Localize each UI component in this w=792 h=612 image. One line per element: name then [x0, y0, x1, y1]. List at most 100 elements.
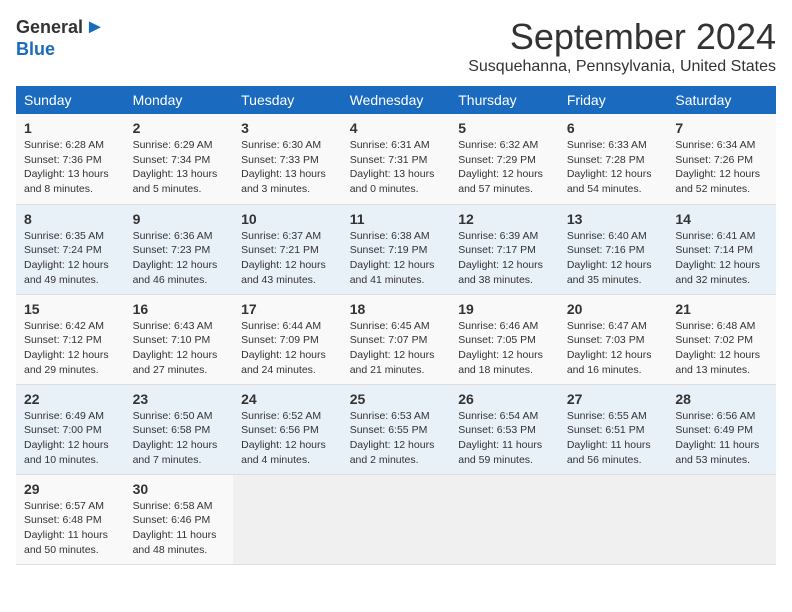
calendar-cell: 1 Sunrise: 6:28 AM Sunset: 7:36 PM Daylig… — [16, 114, 125, 204]
day-info: Sunrise: 6:50 AM Sunset: 6:58 PM Dayligh… — [133, 409, 226, 468]
day-info: Sunrise: 6:58 AM Sunset: 6:46 PM Dayligh… — [133, 499, 226, 558]
day-info: Sunrise: 6:52 AM Sunset: 6:56 PM Dayligh… — [241, 409, 334, 468]
day-info: Sunrise: 6:54 AM Sunset: 6:53 PM Dayligh… — [458, 409, 551, 468]
day-number: 8 — [24, 211, 117, 227]
calendar-cell: 26 Sunrise: 6:54 AM Sunset: 6:53 PM Dayli… — [450, 384, 559, 474]
logo: General ► Blue — [16, 16, 105, 60]
day-info: Sunrise: 6:45 AM Sunset: 7:07 PM Dayligh… — [350, 319, 443, 378]
calendar-header: SundayMondayTuesdayWednesdayThursdayFrid… — [16, 86, 776, 114]
calendar-cell: 13Sunrise: 6:40 AM Sunset: 7:16 PM Dayli… — [559, 204, 668, 294]
day-number: 15 — [24, 301, 117, 317]
day-info: Sunrise: 6:35 AM Sunset: 7:24 PM Dayligh… — [24, 229, 117, 288]
day-number: 26 — [458, 391, 551, 407]
calendar-cell: 4 Sunrise: 6:31 AM Sunset: 7:31 PM Daylig… — [342, 114, 451, 204]
calendar-cell: 24 Sunrise: 6:52 AM Sunset: 6:56 PM Dayli… — [233, 384, 342, 474]
day-number: 30 — [133, 481, 226, 497]
calendar-cell: 14 Sunrise: 6:41 AM Sunset: 7:14 PM Dayli… — [667, 204, 776, 294]
week-row-1: 8 Sunrise: 6:35 AM Sunset: 7:24 PM Daylig… — [16, 204, 776, 294]
day-number: 28 — [675, 391, 768, 407]
calendar-cell: 6 Sunrise: 6:33 AM Sunset: 7:28 PM Daylig… — [559, 114, 668, 204]
header-sunday: Sunday — [16, 86, 125, 114]
day-info: Sunrise: 6:40 AM Sunset: 7:16 PM Dayligh… — [567, 229, 660, 288]
day-info: Sunrise: 6:48 AM Sunset: 7:02 PM Dayligh… — [675, 319, 768, 378]
calendar-cell: 3Sunrise: 6:30 AM Sunset: 7:33 PM Daylig… — [233, 114, 342, 204]
calendar-cell: 2 Sunrise: 6:29 AM Sunset: 7:34 PM Daylig… — [125, 114, 234, 204]
day-info: Sunrise: 6:38 AM Sunset: 7:19 PM Dayligh… — [350, 229, 443, 288]
week-row-0: 1 Sunrise: 6:28 AM Sunset: 7:36 PM Daylig… — [16, 114, 776, 204]
calendar-cell: 20 Sunrise: 6:47 AM Sunset: 7:03 PM Dayli… — [559, 294, 668, 384]
calendar-cell — [667, 474, 776, 564]
day-info: Sunrise: 6:29 AM Sunset: 7:34 PM Dayligh… — [133, 138, 226, 197]
calendar-cell: 12Sunrise: 6:39 AM Sunset: 7:17 PM Dayli… — [450, 204, 559, 294]
week-row-2: 15 Sunrise: 6:42 AM Sunset: 7:12 PM Dayli… — [16, 294, 776, 384]
header-tuesday: Tuesday — [233, 86, 342, 114]
logo-general-text: General — [16, 17, 83, 38]
header-friday: Friday — [559, 86, 668, 114]
calendar-body: 1 Sunrise: 6:28 AM Sunset: 7:36 PM Daylig… — [16, 114, 776, 564]
calendar-cell: 8 Sunrise: 6:35 AM Sunset: 7:24 PM Daylig… — [16, 204, 125, 294]
day-number: 24 — [241, 391, 334, 407]
calendar-cell: 15 Sunrise: 6:42 AM Sunset: 7:12 PM Dayli… — [16, 294, 125, 384]
calendar-cell — [233, 474, 342, 564]
header-monday: Monday — [125, 86, 234, 114]
day-info: Sunrise: 6:41 AM Sunset: 7:14 PM Dayligh… — [675, 229, 768, 288]
day-info: Sunrise: 6:37 AM Sunset: 7:21 PM Dayligh… — [241, 229, 334, 288]
day-number: 16 — [133, 301, 226, 317]
day-number: 5 — [458, 120, 551, 136]
day-number: 12 — [458, 211, 551, 227]
week-row-4: 29Sunrise: 6:57 AM Sunset: 6:48 PM Dayli… — [16, 474, 776, 564]
day-info: Sunrise: 6:31 AM Sunset: 7:31 PM Dayligh… — [350, 138, 443, 197]
day-info: Sunrise: 6:47 AM Sunset: 7:03 PM Dayligh… — [567, 319, 660, 378]
calendar-cell — [559, 474, 668, 564]
calendar-cell: 7Sunrise: 6:34 AM Sunset: 7:26 PM Daylig… — [667, 114, 776, 204]
day-number: 18 — [350, 301, 443, 317]
day-info: Sunrise: 6:33 AM Sunset: 7:28 PM Dayligh… — [567, 138, 660, 197]
day-info: Sunrise: 6:49 AM Sunset: 7:00 PM Dayligh… — [24, 409, 117, 468]
day-number: 10 — [241, 211, 334, 227]
header-saturday: Saturday — [667, 86, 776, 114]
day-info: Sunrise: 6:28 AM Sunset: 7:36 PM Dayligh… — [24, 138, 117, 197]
calendar-cell: 10 Sunrise: 6:37 AM Sunset: 7:21 PM Dayli… — [233, 204, 342, 294]
calendar-cell: 28Sunrise: 6:56 AM Sunset: 6:49 PM Dayli… — [667, 384, 776, 474]
day-number: 29 — [24, 481, 117, 497]
header-row: SundayMondayTuesdayWednesdayThursdayFrid… — [16, 86, 776, 114]
day-info: Sunrise: 6:43 AM Sunset: 7:10 PM Dayligh… — [133, 319, 226, 378]
day-number: 25 — [350, 391, 443, 407]
day-info: Sunrise: 6:42 AM Sunset: 7:12 PM Dayligh… — [24, 319, 117, 378]
logo-bird-icon: ► — [85, 16, 105, 39]
day-number: 2 — [133, 120, 226, 136]
day-number: 4 — [350, 120, 443, 136]
day-number: 21 — [675, 301, 768, 317]
month-title: September 2024 — [468, 16, 776, 58]
day-number: 3 — [241, 120, 334, 136]
calendar-cell: 5 Sunrise: 6:32 AM Sunset: 7:29 PM Daylig… — [450, 114, 559, 204]
day-number: 23 — [133, 391, 226, 407]
week-row-3: 22 Sunrise: 6:49 AM Sunset: 7:00 PM Dayli… — [16, 384, 776, 474]
calendar-cell: 11Sunrise: 6:38 AM Sunset: 7:19 PM Dayli… — [342, 204, 451, 294]
day-number: 6 — [567, 120, 660, 136]
day-number: 14 — [675, 211, 768, 227]
day-number: 20 — [567, 301, 660, 317]
day-info: Sunrise: 6:36 AM Sunset: 7:23 PM Dayligh… — [133, 229, 226, 288]
calendar-cell: 23 Sunrise: 6:50 AM Sunset: 6:58 PM Dayli… — [125, 384, 234, 474]
calendar-cell: 9 Sunrise: 6:36 AM Sunset: 7:23 PM Daylig… — [125, 204, 234, 294]
day-number: 1 — [24, 120, 117, 136]
day-info: Sunrise: 6:46 AM Sunset: 7:05 PM Dayligh… — [458, 319, 551, 378]
header-thursday: Thursday — [450, 86, 559, 114]
day-number: 17 — [241, 301, 334, 317]
day-info: Sunrise: 6:32 AM Sunset: 7:29 PM Dayligh… — [458, 138, 551, 197]
day-number: 27 — [567, 391, 660, 407]
header: General ► Blue September 2024 Susquehann… — [16, 16, 776, 76]
header-wednesday: Wednesday — [342, 86, 451, 114]
calendar-cell: 21 Sunrise: 6:48 AM Sunset: 7:02 PM Dayli… — [667, 294, 776, 384]
calendar-cell — [342, 474, 451, 564]
day-info: Sunrise: 6:55 AM Sunset: 6:51 PM Dayligh… — [567, 409, 660, 468]
day-number: 7 — [675, 120, 768, 136]
calendar-cell: 17Sunrise: 6:44 AM Sunset: 7:09 PM Dayli… — [233, 294, 342, 384]
calendar-cell: 19Sunrise: 6:46 AM Sunset: 7:05 PM Dayli… — [450, 294, 559, 384]
day-number: 22 — [24, 391, 117, 407]
calendar-cell: 22 Sunrise: 6:49 AM Sunset: 7:00 PM Dayli… — [16, 384, 125, 474]
calendar-cell: 27 Sunrise: 6:55 AM Sunset: 6:51 PM Dayli… — [559, 384, 668, 474]
logo-blue-text: Blue — [16, 39, 55, 60]
day-number: 9 — [133, 211, 226, 227]
